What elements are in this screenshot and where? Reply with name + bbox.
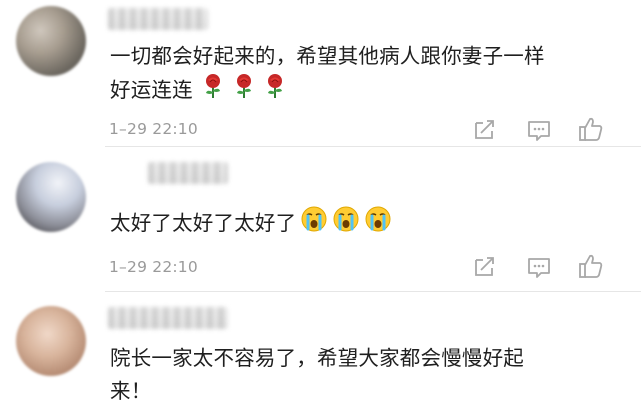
avatar[interactable] [16,6,86,76]
comment-icon[interactable] [526,254,552,280]
comment-text-line-content: 好运连连 [110,78,193,102]
thumbs-up-icon[interactable] [578,115,604,141]
rose-emoji [264,73,286,109]
comment-item: 太好了太好了太好了 1–29 22:10 [0,148,641,293]
comment-time: 1–29 22:10 [109,258,198,276]
comment-item: 一切都会好起来的，希望其他病人跟你妻子一样 好运连连 1–29 22:10 [0,0,641,148]
share-icon[interactable] [472,117,498,143]
divider [105,291,641,292]
comment-text-line: 院长一家太不容易了，希望大家都会慢慢好起 [110,346,524,370]
comment-text-line: 来！ [110,379,152,403]
comment-text-line: 太好了太好了太好了 [110,205,615,243]
avatar[interactable] [16,306,86,376]
comment-item: 院长一家太不容易了，希望大家都会慢慢好起 来！ [0,293,641,413]
avatar[interactable] [16,162,86,232]
comment-text: 太好了太好了太好了 [110,205,615,243]
rose-emoji [233,73,255,109]
crying-face-emoji [300,205,328,243]
comment-text-line: 好运连连 [110,73,615,109]
rose-emoji [202,73,224,109]
comment-text-line: 一切都会好起来的，希望其他病人跟你妻子一样 [110,44,545,68]
comment-text-line-content: 太好了太好了太好了 [110,211,297,235]
username[interactable] [108,8,208,30]
username[interactable] [108,307,228,329]
comment-icon[interactable] [526,117,552,143]
divider [105,146,641,147]
share-icon[interactable] [472,254,498,280]
username[interactable] [148,162,228,184]
comment-text: 院长一家太不容易了，希望大家都会慢慢好起 来！ [110,342,615,408]
comment-time: 1–29 22:10 [109,120,198,138]
comment-text: 一切都会好起来的，希望其他病人跟你妻子一样 好运连连 [110,40,615,109]
crying-face-emoji [332,205,360,243]
crying-face-emoji [364,205,392,243]
thumbs-up-icon[interactable] [578,252,604,278]
